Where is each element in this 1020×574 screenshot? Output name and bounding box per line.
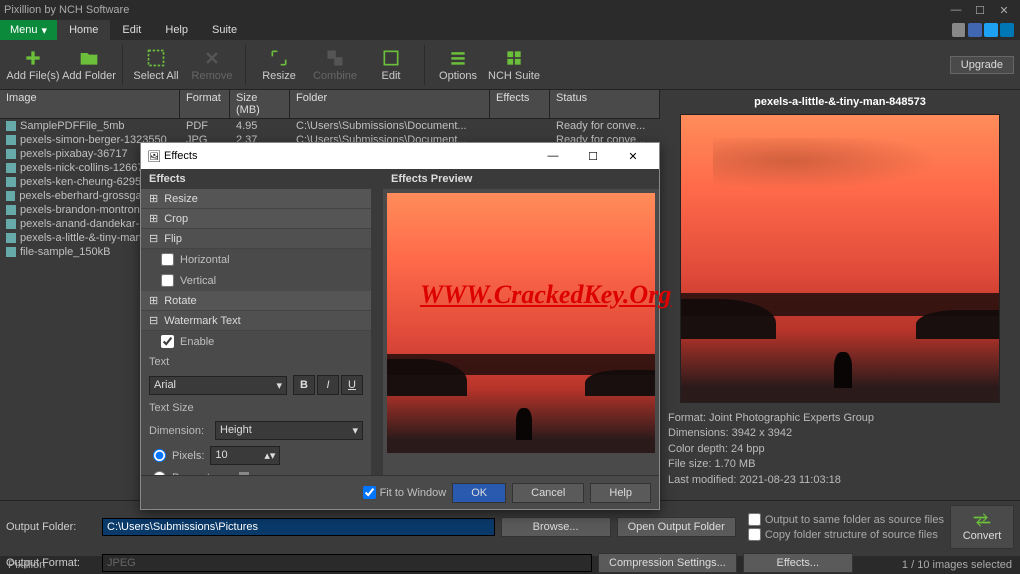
copy-folder-structure-check[interactable]: Copy folder structure of source files [748,528,944,541]
window-title: Pixillion by NCH Software [4,4,944,16]
file-icon [6,149,16,159]
file-icon [6,135,16,145]
output-folder-input[interactable]: C:\Users\Submissions\Pictures [102,518,495,536]
compression-settings-button[interactable]: Compression Settings... [598,553,737,573]
help-button[interactable]: Help [590,483,651,503]
chevron-down-icon: ▾ [352,424,358,437]
col-status[interactable]: Status [550,90,660,118]
effects-panel-header: Effects [141,169,371,189]
linkedin-icon[interactable] [1000,23,1014,37]
dialog-close-button[interactable]: ✕ [613,143,653,169]
file-icon [6,205,16,215]
toolbar: Add File(s) Add Folder Select All Remove… [0,40,1020,90]
nch-suite-button[interactable]: NCH Suite [487,43,541,87]
watermark-enable-check[interactable]: Enable [141,331,371,352]
effects-preview-image [387,193,655,453]
preview-panel: pexels-a-little-&-tiny-man-848573 Format… [660,90,1020,500]
fit-to-window-check[interactable]: Fit to Window [363,486,447,499]
section-watermark[interactable]: ⊟Watermark Text [141,311,371,331]
col-size[interactable]: Size (MB) [230,90,290,118]
social-icons [952,23,1020,37]
remove-button[interactable]: Remove [185,43,239,87]
ok-button[interactable]: OK [452,483,506,503]
section-rotate[interactable]: ⊞Rotate [141,291,371,311]
dialog-maximize-button[interactable]: ☐ [573,143,613,169]
browse-button[interactable]: Browse... [501,517,611,537]
combine-button[interactable]: Combine [308,43,362,87]
effects-button[interactable]: Effects... [743,553,853,573]
maximize-button[interactable]: ☐ [968,4,992,17]
edit-button[interactable]: Edit [364,43,418,87]
file-icon [6,163,16,173]
add-folder-button[interactable]: Add Folder [62,43,116,87]
preview-panel-header: Effects Preview [383,169,659,189]
pixels-spinner[interactable]: 10▴▾ [210,446,280,465]
tab-suite[interactable]: Suite [200,20,249,40]
file-icon [6,219,16,229]
file-icon [6,177,16,187]
upgrade-button[interactable]: Upgrade [950,56,1014,74]
textsize-label: Text Size [141,398,371,418]
dialog-minimize-button[interactable]: — [533,143,573,169]
collapse-icon: ⊟ [149,314,158,327]
col-format[interactable]: Format [180,90,230,118]
minimize-button[interactable]: — [944,4,968,16]
options-button[interactable]: Options [431,43,485,87]
text-label: Text [141,352,371,372]
menubar: Menu▾ Home Edit Help Suite [0,20,1020,40]
add-files-button[interactable]: Add File(s) [6,43,60,87]
effects-dialog: 🖼 Effects — ☐ ✕ Effects ⊞Resize ⊞Crop ⊟F… [140,142,660,510]
preview-metadata: Format: Joint Photographic Experts Group… [664,403,878,496]
scrollbar[interactable] [371,169,383,475]
file-icon [6,247,16,257]
dimension-select[interactable]: Height▾ [215,421,363,440]
titlebar: Pixillion by NCH Software — ☐ ✕ [0,0,1020,20]
twitter-icon[interactable] [984,23,998,37]
file-icon [6,121,16,131]
tab-edit[interactable]: Edit [110,20,153,40]
expand-icon: ⊞ [149,192,158,205]
bold-button[interactable]: B [293,375,315,395]
dialog-title: Effects [164,150,533,162]
section-resize[interactable]: ⊞Resize [141,189,371,209]
col-image[interactable]: Image [0,90,180,118]
preview-image [680,114,1000,403]
output-same-folder-check[interactable]: Output to same folder as source files [748,513,944,526]
col-folder[interactable]: Folder [290,90,490,118]
font-select[interactable]: Arial▾ [149,376,287,395]
resize-button[interactable]: Resize [252,43,306,87]
table-row[interactable]: SamplePDFFile_5mbPDF4.95C:\Users\Submiss… [0,119,660,133]
expand-icon: ⊞ [149,212,158,225]
tab-home[interactable]: Home [57,20,110,40]
selection-count: 1 / 10 images selected [902,559,1012,571]
flip-vertical-check[interactable]: Vertical [141,270,371,291]
file-icon [6,191,15,201]
flip-horizontal-check[interactable]: Horizontal [141,249,371,270]
pixels-radio[interactable] [153,449,166,462]
app-icon: 🖼 [147,150,161,163]
section-crop[interactable]: ⊞Crop [141,209,371,229]
tab-help[interactable]: Help [153,20,200,40]
facebook-icon[interactable] [968,23,982,37]
file-icon [6,233,16,243]
col-effects[interactable]: Effects [490,90,550,118]
cancel-button[interactable]: Cancel [512,483,584,503]
close-button[interactable]: ✕ [992,4,1016,17]
section-flip[interactable]: ⊟Flip [141,229,371,249]
italic-button[interactable]: I [317,375,339,395]
open-output-folder-button[interactable]: Open Output Folder [617,517,736,537]
select-all-button[interactable]: Select All [129,43,183,87]
chevron-down-icon: ▾ [276,379,282,392]
app-name: Pixillion [8,559,45,571]
menu-button[interactable]: Menu▾ [0,20,57,40]
preview-title: pexels-a-little-&-tiny-man-848573 [754,94,926,114]
convert-button[interactable]: Convert [950,505,1014,549]
underline-button[interactable]: U [341,375,363,395]
thumbs-up-icon[interactable] [952,23,966,37]
expand-icon: ⊞ [149,294,158,307]
output-format-select[interactable]: JPEG [102,554,592,572]
collapse-icon: ⊟ [149,232,158,245]
